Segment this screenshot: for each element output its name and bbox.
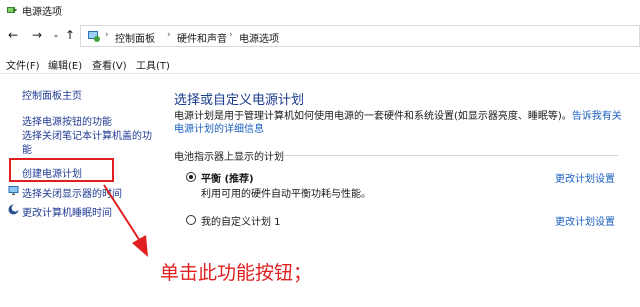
plan-custom-name[interactable]: 我的自定义计划 1 (201, 213, 281, 228)
plan-balanced-name[interactable]: 平衡 (推荐) (201, 170, 254, 185)
breadcrumb-power-options[interactable]: 电源选项 (239, 30, 279, 45)
sidebar-item-lid-close[interactable]: 选择关闭笔记本计算机盖的功能 (22, 130, 152, 158)
forward-arrow-icon[interactable]: → (30, 28, 44, 42)
window-title: 电源选项 (22, 7, 62, 18)
breadcrumb-separator: › (105, 30, 109, 40)
address-bar-row: ← → ⌄ ↑ › 控制面板 › 硬件和声音 › 电源选项 (0, 22, 640, 50)
breadcrumb-separator: › (167, 30, 171, 40)
menu-tools[interactable]: 工具(T) (136, 57, 170, 72)
breadcrumb-separator: › (229, 30, 233, 40)
page-description: 电源计划是用于管理计算机如何使用电源的一套硬件和系统设置(如显示器亮度、睡眠等)… (174, 110, 624, 136)
plan-custom-change-link[interactable]: 更改计划设置 (555, 213, 615, 228)
control-panel-icon (88, 31, 100, 42)
menu-file[interactable]: 文件(F) (6, 57, 40, 72)
breadcrumb-hardware-sound[interactable]: 硬件和声音 (177, 30, 227, 45)
page-title: 选择或自定义电源计划 (174, 93, 305, 108)
plan-balanced-description: 利用可用的硬件自动平衡功耗与性能。 (201, 189, 371, 200)
title-bar: 电源选项 (0, 0, 640, 20)
up-arrow-icon[interactable]: ↑ (63, 28, 77, 42)
menu-bar: 文件(F) 编辑(E) 查看(V) 工具(T) (0, 53, 640, 74)
sidebar-home-link[interactable]: 控制面板主页 (22, 87, 82, 102)
plan-balanced-change-link[interactable]: 更改计划设置 (555, 170, 615, 185)
breadcrumb-control-panel[interactable]: 控制面板 (115, 30, 155, 45)
plan-custom-radio[interactable] (186, 215, 196, 225)
red-arrow-icon (103, 184, 148, 257)
description-text: 电源计划是用于管理计算机如何使用电源的一套硬件和系统设置(如显示器亮度、睡眠等)… (174, 111, 572, 122)
section-divider (284, 155, 618, 156)
annotation-text: 单击此功能按钮； (160, 262, 313, 284)
address-field[interactable]: › 控制面板 › 硬件和声音 › 电源选项 (80, 25, 640, 47)
chevron-down-icon[interactable]: ⌄ (49, 28, 63, 42)
plan-balanced-radio[interactable] (186, 172, 196, 182)
back-arrow-icon[interactable]: ← (6, 28, 20, 42)
sidebar-item-power-button[interactable]: 选择电源按钮的功能 (22, 113, 112, 128)
monitor-icon (8, 186, 19, 195)
menu-view[interactable]: 查看(V) (92, 57, 127, 72)
power-options-icon (7, 7, 17, 13)
menu-edit[interactable]: 编辑(E) (48, 57, 82, 72)
moon-icon (8, 204, 19, 215)
highlight-box (9, 158, 114, 182)
section-label: 电池指示器上显示的计划 (174, 152, 284, 163)
